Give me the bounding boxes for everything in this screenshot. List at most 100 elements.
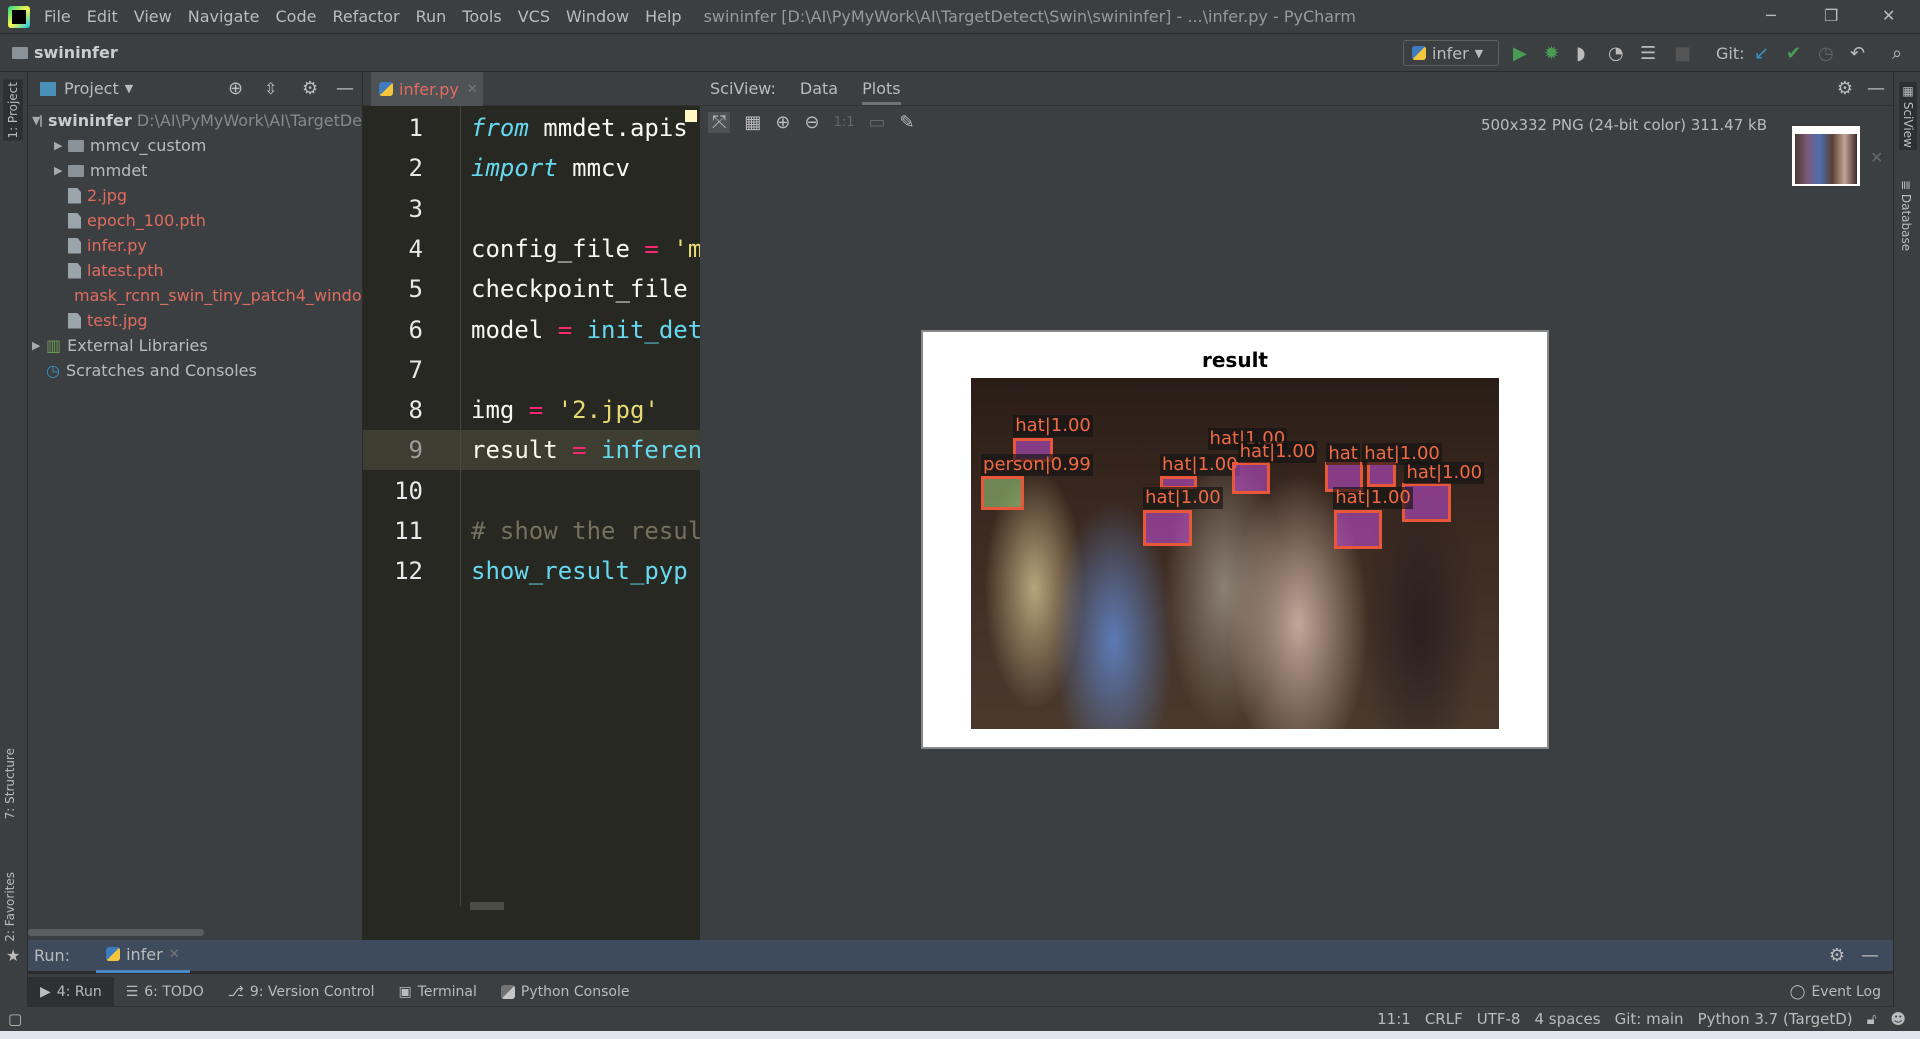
tool-python-console[interactable]: Python Console [489,977,642,1007]
color-picker-icon[interactable]: ✎ [900,112,915,133]
plot-thumbnail[interactable] [1792,126,1860,186]
git-branch[interactable]: Git: main [1615,1010,1684,1028]
code-line[interactable]: 5 checkpoint_file [363,269,700,309]
code-editor[interactable]: infer.py ✕ 1 from mmdet.apis 2 import mmcv 3 4… [363,72,700,940]
git-rollback-icon[interactable]: ↶ [1850,43,1865,64]
line-separator[interactable]: CRLF [1425,1010,1463,1028]
favorites-star-icon[interactable]: ★ [6,946,20,965]
line-number[interactable]: 11 [363,511,423,551]
close-button[interactable]: ✕ [1882,6,1895,25]
favorites-tool-tab[interactable]: 2: Favorites [3,872,17,942]
hide-icon[interactable]: — [336,78,354,99]
tab-infer-py[interactable]: infer.py ✕ [371,72,483,106]
tree-item-infer-py[interactable]: infer.py [28,233,362,258]
chevron-down-icon[interactable]: ▼ [125,82,133,95]
git-update-icon[interactable]: ↙ [1754,43,1769,64]
line-number[interactable]: 10 [363,471,423,511]
git-history-icon[interactable]: ◷ [1818,43,1834,64]
tree-item-mmcv-custom[interactable]: ▶ mmcv_custom [28,133,362,158]
hide-icon[interactable]: — [1867,78,1885,99]
code-line[interactable]: 12 show_result_pyp [363,551,700,591]
menu-run[interactable]: Run [416,7,447,26]
code-line[interactable]: 7 [363,350,700,390]
project-view-selector[interactable]: Project [64,79,119,98]
search-icon[interactable]: ⌕ [1892,43,1902,64]
tree-item-mmdet[interactable]: ▶ mmdet [28,158,362,183]
tool-todo[interactable]: ☰ 6: TODO [114,977,216,1007]
code-line[interactable]: 10 [363,471,700,511]
event-log-button[interactable]: ◯ Event Log [1778,977,1893,1007]
code-line[interactable]: 9 result = inferen [363,430,700,471]
menu-refactor[interactable]: Refactor [332,7,399,26]
breadcrumb[interactable]: swininfer [34,43,118,62]
tree-item-config-py[interactable]: mask_rcnn_swin_tiny_patch4_windov [28,283,362,308]
debug-icon[interactable]: ✹ [1544,43,1559,64]
menu-help[interactable]: Help [645,7,681,26]
line-number[interactable]: 12 [363,551,423,591]
minimize-button[interactable]: ─ [1766,6,1776,25]
tree-item-external-libraries[interactable]: ▶ ▥ External Libraries [28,333,362,358]
menu-view[interactable]: View [134,7,172,26]
actual-size-icon[interactable]: 1:1 [834,115,855,130]
code-line[interactable]: 8 img = '2.jpg' [363,390,700,430]
gear-icon[interactable]: ⚙ [1829,945,1845,966]
indent-setting[interactable]: 4 spaces [1534,1010,1600,1028]
menu-vcs[interactable]: VCS [518,7,550,26]
line-number[interactable]: 9 [363,430,423,470]
lock-icon[interactable]: 🔓︎ [1867,1010,1877,1028]
tool-run[interactable]: ▶ 4: Run [28,976,114,1007]
git-commit-icon[interactable]: ✔ [1786,43,1801,64]
tree-item-scratches[interactable]: ◷ Scratches and Consoles [28,358,362,383]
grid-icon[interactable]: ▦ [744,112,761,133]
menu-tools[interactable]: Tools [462,7,501,26]
coverage-icon[interactable]: ◗ [1576,43,1585,64]
profile-icon[interactable]: ◔ [1608,43,1624,64]
code-line[interactable]: 3 [363,189,700,229]
horizontal-scrollbar[interactable] [28,929,204,936]
menu-code[interactable]: Code [276,7,317,26]
tree-item-latest-pth[interactable]: latest.pth [28,258,362,283]
close-thumbnail-icon[interactable]: ✕ [1870,148,1883,167]
restore-button[interactable]: ❐ [1824,6,1838,25]
tool-version-control[interactable]: ⎇ 9: Version Control [216,977,387,1007]
database-tool-tab[interactable]: ≣ Database [1899,180,1913,251]
line-number[interactable]: 7 [363,350,423,390]
tab-plots[interactable]: Plots [862,79,901,105]
inspection-marker[interactable] [685,110,697,122]
tree-item-test-jpg[interactable]: test.jpg [28,308,362,333]
menu-edit[interactable]: Edit [87,7,118,26]
tool-terminal[interactable]: ▣ Terminal [386,977,488,1007]
line-number[interactable]: 3 [363,189,423,229]
stop-icon[interactable]: ■ [1674,43,1691,64]
concurrency-icon[interactable]: ☰ [1640,43,1656,64]
file-encoding[interactable]: UTF-8 [1477,1010,1521,1028]
inspector-icon[interactable]: ☻ [1890,1010,1906,1028]
tree-item-epoch-100-pth[interactable]: epoch_100.pth [28,208,362,233]
fit-zoom-icon[interactable]: ⤧ [708,112,731,133]
line-number[interactable]: 6 [363,310,423,350]
code-line[interactable]: 4 config_file = 'm [363,229,700,269]
line-number[interactable]: 2 [363,148,423,188]
gear-icon[interactable]: ⚙ [302,78,318,99]
close-tab-icon[interactable]: ✕ [169,947,180,962]
tab-data[interactable]: Data [800,79,838,98]
tree-root[interactable]: ▼ swininfer D:\AI\PyMyWork\AI\TargetDe [28,108,362,133]
collapse-all-icon[interactable]: ⇳ [264,79,277,98]
code-line[interactable]: 2 import mmcv [363,148,700,188]
menu-navigate[interactable]: Navigate [188,7,260,26]
caret-position[interactable]: 11:1 [1377,1010,1411,1028]
gear-icon[interactable]: ⚙ [1837,78,1853,99]
line-number[interactable]: 1 [363,108,423,148]
run-icon[interactable]: ▶ [1513,43,1527,64]
code-line[interactable]: 1 from mmdet.apis [363,108,700,148]
run-config-dropdown[interactable]: infer ▼ [1403,40,1499,66]
toggle-tool-windows-icon[interactable]: ▢ [8,1010,22,1028]
line-number[interactable]: 8 [363,390,423,430]
close-tab-icon[interactable]: ✕ [467,82,478,97]
code-line[interactable]: 11 # show the resul [363,511,700,551]
hide-icon[interactable]: — [1861,945,1879,966]
line-number[interactable]: 4 [363,229,423,269]
horizontal-scrollbar[interactable] [470,902,504,910]
zoom-out-icon[interactable]: ⊖ [805,112,820,133]
structure-tool-tab[interactable]: 7: Structure [3,748,17,819]
